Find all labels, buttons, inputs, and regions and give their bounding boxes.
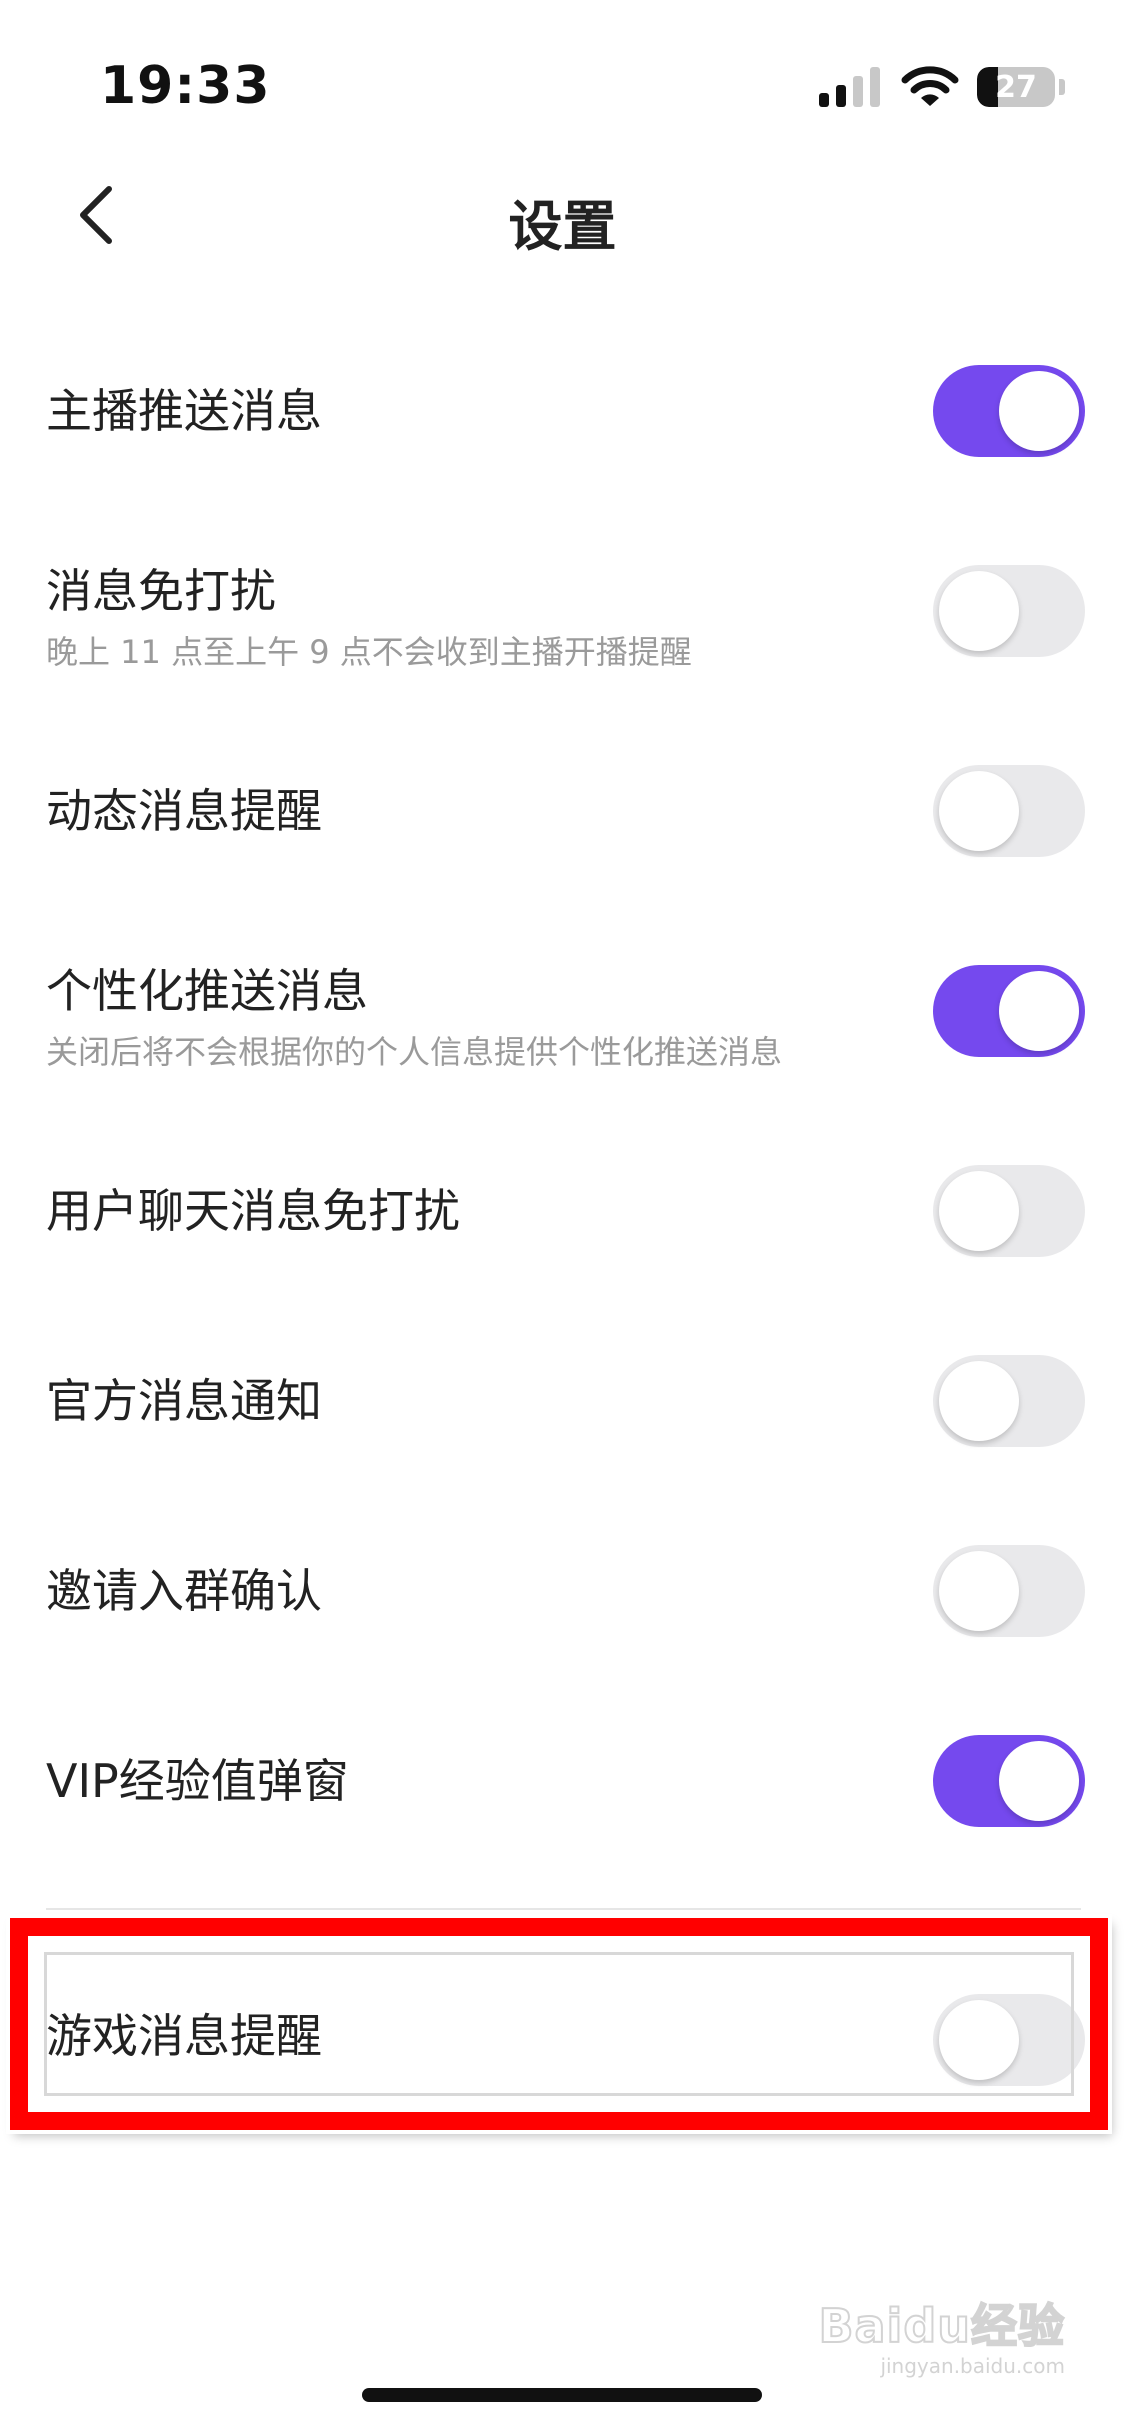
personalized-push-toggle[interactable] <box>933 965 1085 1057</box>
toggle-knob <box>939 1171 1019 1251</box>
watermark-sub: jingyan.baidu.com <box>880 2354 1065 2378</box>
activity-reminder-toggle[interactable] <box>933 765 1085 857</box>
toggle-knob <box>939 1551 1019 1631</box>
toggle-knob <box>999 1741 1079 1821</box>
setting-row-anchor-push: 主播推送消息 <box>0 335 1125 485</box>
home-indicator[interactable] <box>362 2388 762 2402</box>
group-invite-confirm-toggle[interactable] <box>933 1545 1085 1637</box>
cellular-signal-icon <box>819 67 880 107</box>
setting-title: 动态消息提醒 <box>46 784 322 838</box>
setting-row-activity-reminder: 动态消息提醒 <box>0 735 1125 885</box>
setting-row-vip-exp-popup: VIP经验值弹窗 <box>0 1705 1125 1855</box>
setting-subtitle: 晚上 11 点至上午 9 点不会收到主播开播提醒 <box>46 633 692 671</box>
setting-title: 主播推送消息 <box>46 384 322 438</box>
setting-title: 邀请入群确认 <box>46 1564 322 1618</box>
do-not-disturb-toggle[interactable] <box>933 565 1085 657</box>
status-time: 19:33 <box>100 56 271 116</box>
toggle-knob <box>999 371 1079 451</box>
battery-level: 27 <box>995 69 1037 105</box>
setting-title: 个性化推送消息 <box>46 964 368 1018</box>
setting-title: VIP经验值弹窗 <box>46 1754 349 1808</box>
highlight-inner-border <box>44 1952 1074 2096</box>
status-icons: 27 <box>819 62 1065 112</box>
anchor-push-toggle[interactable] <box>933 365 1085 457</box>
setting-title: 官方消息通知 <box>46 1374 322 1428</box>
vip-exp-popup-toggle[interactable] <box>933 1735 1085 1827</box>
setting-title: 消息免打扰 <box>46 564 276 618</box>
toggle-knob <box>939 1361 1019 1441</box>
setting-title: 用户聊天消息免打扰 <box>46 1184 460 1238</box>
setting-row-group-invite-confirm: 邀请入群确认 <box>0 1515 1125 1665</box>
watermark-brand: Baidu经验 <box>817 2298 1065 2354</box>
divider <box>46 1908 1081 1910</box>
toggle-knob <box>939 771 1019 851</box>
setting-row-official-notice: 官方消息通知 <box>0 1325 1125 1475</box>
toggle-knob <box>939 571 1019 651</box>
status-bar: 19:33 27 <box>0 0 1125 150</box>
navigation-bar: 设置 <box>0 160 1125 270</box>
setting-subtitle: 关闭后将不会根据你的个人信息提供个性化推送消息 <box>46 1033 783 1071</box>
official-notice-toggle[interactable] <box>933 1355 1085 1447</box>
toggle-knob <box>999 971 1079 1051</box>
setting-row-user-chat-dnd: 用户聊天消息免打扰 <box>0 1135 1125 1285</box>
setting-row-personalized-push: 个性化推送消息 关闭后将不会根据你的个人信息提供个性化推送消息 <box>0 935 1125 1085</box>
user-chat-dnd-toggle[interactable] <box>933 1165 1085 1257</box>
watermark: Baidu经验 jingyan.baidu.com <box>817 2290 1065 2378</box>
setting-row-do-not-disturb: 消息免打扰 晚上 11 点至上午 9 点不会收到主播开播提醒 <box>0 535 1125 685</box>
battery-cap <box>1059 79 1065 95</box>
battery-icon: 27 <box>977 67 1055 107</box>
wifi-icon <box>901 66 959 106</box>
page-title: 设置 <box>508 195 617 258</box>
highlight-annotation <box>10 1918 1108 2130</box>
